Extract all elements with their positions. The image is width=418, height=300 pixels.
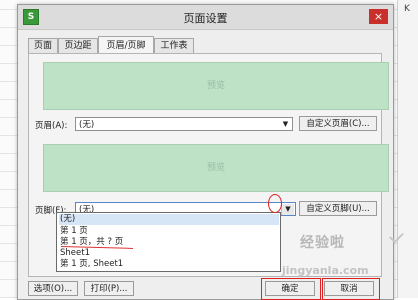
dialog-title: 页面设置 <box>183 12 228 25</box>
print-button[interactable]: 打印(P)... <box>84 281 134 296</box>
tab-sheet[interactable]: 工作表 <box>154 38 194 54</box>
header-select-value: (无) <box>79 120 95 130</box>
cancel-highlight-annotation <box>322 278 380 300</box>
column-letter: K <box>404 4 410 14</box>
red-circle-annotation <box>268 194 282 213</box>
options-button[interactable]: 选项(O)... <box>28 281 78 296</box>
tab-page[interactable]: 页面 <box>28 38 58 54</box>
footer-dropdown-list: (无) 第 1 页 第 1 页，共 ? 页 Sheet1 第 1 页, Shee… <box>56 212 281 272</box>
header-label: 页眉(A): <box>35 121 68 131</box>
tab-header-footer[interactable]: 页眉/页脚 <box>98 36 154 54</box>
header-select[interactable]: (无) ▼ <box>75 117 293 131</box>
close-button[interactable]: × <box>369 9 388 24</box>
tab-margins[interactable]: 页边距 <box>58 38 98 54</box>
column-header: K <box>397 0 418 298</box>
header-preview: 预览 <box>43 62 389 110</box>
dialog-titlebar: S 页面设置 × <box>18 5 393 30</box>
dropdown-option[interactable]: 第 1 页 <box>59 226 279 237</box>
watermark-text: 经验啦 <box>300 235 345 251</box>
custom-header-button[interactable]: 自定义页眉(C)... <box>299 116 377 131</box>
ok-highlight-annotation <box>261 278 321 300</box>
dropdown-option[interactable]: Sheet1 <box>59 248 279 259</box>
dropdown-arrow-icon[interactable]: ▼ <box>281 204 294 215</box>
dropdown-option[interactable]: (无) <box>59 214 279 225</box>
dropdown-option[interactable]: 第 1 页, Sheet1 <box>59 259 279 270</box>
custom-footer-button[interactable]: 自定义页脚(U)... <box>299 201 377 216</box>
footer-preview: 预览 <box>43 144 389 192</box>
chevron-down-icon: ▼ <box>282 120 289 128</box>
watermark-url: jingyanla.com <box>282 264 369 277</box>
